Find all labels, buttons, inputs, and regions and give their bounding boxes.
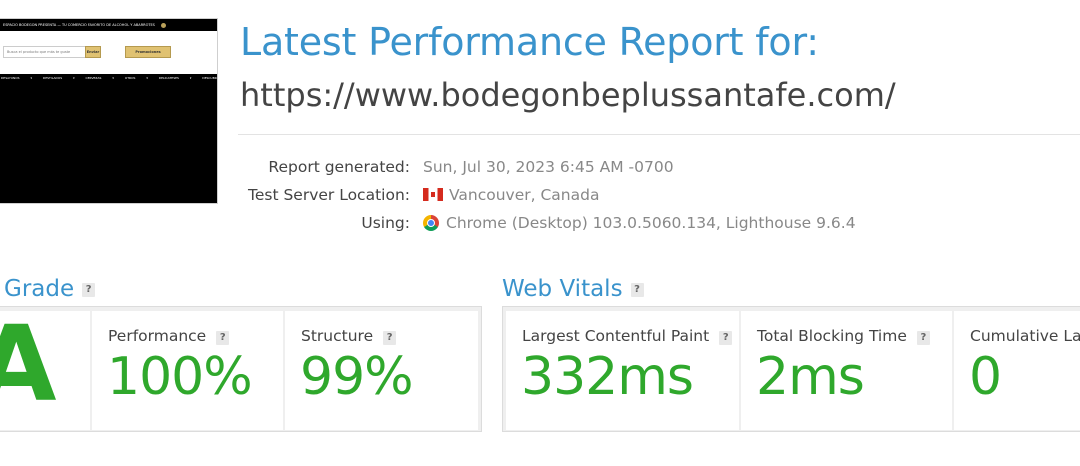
- chrome-icon: [423, 215, 439, 231]
- thumbnail-top-bar: ESPACIO BODEGON PRESENTA — TU COMERCIO F…: [0, 19, 217, 31]
- using-value-wrap: Chrome (Desktop) 103.0.5060.134, Lightho…: [423, 214, 856, 232]
- performance-value: 100%: [107, 347, 253, 407]
- thumbnail-logo-icon: [160, 22, 166, 28]
- web-vitals-title-text: Web Vitals: [502, 276, 623, 302]
- thumbnail-promo-button: Promociones: [125, 46, 171, 58]
- grade-section-title: Grade?: [4, 276, 96, 302]
- test-location-value-wrap: Vancouver, Canada: [423, 186, 599, 204]
- tbt-card: Total Blocking Time? 2ms: [741, 311, 952, 430]
- lcp-help-icon[interactable]: ?: [719, 331, 733, 345]
- page-title: Latest Performance Report for:: [240, 20, 819, 64]
- thumbnail-header: Busca el producto que más te guste Envia…: [0, 31, 217, 74]
- structure-label: Structure: [301, 327, 374, 345]
- cls-card: Cumulative Layout Shift 0: [954, 311, 1080, 430]
- web-vitals-help-icon[interactable]: ?: [630, 283, 644, 297]
- structure-card: Structure? 99%: [285, 311, 478, 430]
- report-generated-value: Sun, Jul 30, 2023 6:45 AM -0700: [423, 158, 674, 176]
- grade-help-icon[interactable]: ?: [82, 283, 96, 297]
- performance-help-icon[interactable]: ?: [216, 331, 230, 345]
- cls-value: 0: [969, 347, 1002, 407]
- report-generated-label: Report generated:: [268, 158, 410, 176]
- using-value: Chrome (Desktop) 103.0.5060.134, Lightho…: [446, 214, 856, 232]
- web-vitals-section-title: Web Vitals?: [502, 276, 644, 302]
- test-location-value: Vancouver, Canada: [449, 186, 600, 204]
- thumbnail-search-field: Busca el producto que más te guste: [3, 46, 88, 58]
- header-divider: [238, 134, 1080, 135]
- thumbnail-nav: DESAYUNOS ▾ DESTILADOS ▾ CERVEZAS ▾ OTRO…: [0, 74, 217, 82]
- grade-title-text: Grade: [4, 276, 75, 302]
- lcp-value: 332ms: [521, 347, 694, 407]
- tbt-help-icon[interactable]: ?: [916, 331, 930, 345]
- lcp-label-row: Largest Contentful Paint?: [522, 327, 733, 345]
- overall-grade: A: [0, 312, 57, 416]
- thumbnail-top-text: ESPACIO BODEGON PRESENTA — TU COMERCIO F…: [3, 23, 155, 27]
- site-screenshot-thumbnail[interactable]: ESPACIO BODEGON PRESENTA — TU COMERCIO F…: [0, 18, 218, 204]
- performance-label: Performance: [108, 327, 207, 345]
- report-page: ESPACIO BODEGON PRESENTA — TU COMERCIO F…: [0, 0, 1080, 466]
- report-url: https://www.bodegonbeplussantafe.com/: [240, 76, 896, 114]
- lcp-label: Largest Contentful Paint: [522, 327, 710, 345]
- test-location-label: Test Server Location:: [248, 186, 410, 204]
- lcp-card: Largest Contentful Paint? 332ms: [506, 311, 739, 430]
- tbt-label: Total Blocking Time: [757, 327, 907, 345]
- structure-label-row: Structure?: [301, 327, 397, 345]
- tbt-label-row: Total Blocking Time?: [757, 327, 930, 345]
- tbt-value: 2ms: [756, 347, 865, 407]
- using-label: Using:: [361, 214, 410, 232]
- structure-value: 99%: [300, 347, 414, 407]
- performance-label-row: Performance?: [108, 327, 230, 345]
- performance-card: Performance? 100%: [92, 311, 283, 430]
- thumbnail-search-button: Enviar: [85, 46, 101, 58]
- cls-label: Cumulative Layout Shift: [970, 327, 1080, 345]
- structure-help-icon[interactable]: ?: [383, 331, 397, 345]
- canada-flag-icon: [423, 188, 443, 201]
